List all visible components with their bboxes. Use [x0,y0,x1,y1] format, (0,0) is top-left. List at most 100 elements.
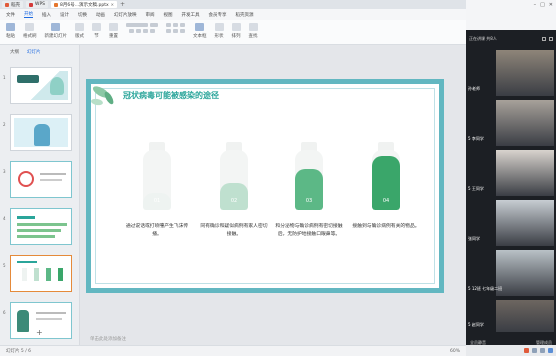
expand-icon[interactable] [542,37,546,41]
layout-icon [75,23,84,31]
font-family-select[interactable] [126,23,148,27]
tab-daoke[interactable]: 稻壳 [2,1,23,8]
bullet-icon[interactable] [166,23,171,27]
network-icon[interactable] [532,348,537,353]
app-tray-icon[interactable] [524,348,529,353]
font-color-icon[interactable] [150,29,155,33]
menu-insert[interactable]: 插入 [42,12,51,18]
notification-icon[interactable] [548,348,553,353]
slide-counter: 幻灯片 5 / 6 [6,349,32,354]
ribbon-label: 粘贴 [6,34,15,39]
font-controls[interactable] [126,23,158,33]
menu-review[interactable]: 审阅 [146,12,155,18]
thumb-bottle [58,268,63,281]
new-tab-button[interactable]: + [120,1,125,8]
video-feed [496,100,554,146]
add-slide-button[interactable]: + [36,328,43,337]
app-window: 稻壳 WPS 8月6号...演示文稿.pptx ✕ + 文件 开始 插入 设计 … [0,0,556,356]
step-text: 和分泌物与确诊病例有密切接触后，无防护地接触口眼鼻等。 [275,224,343,237]
volume-icon[interactable] [540,348,545,353]
tab-label: WPS [35,2,46,7]
bold-icon[interactable] [129,29,134,33]
reset-icon [109,23,118,31]
maximize-icon[interactable]: □ [540,2,545,8]
paste-icon [6,23,15,31]
step-bottle-4: 04 [372,142,400,210]
thumb-line [36,312,66,314]
tab-slides[interactable]: 幻灯片 [27,49,41,55]
ribbon-toolbar: 粘贴 格式刷 新建幻灯片 版式 节 重置 文本框 形状 排列 查找 [0,20,466,45]
menu-home[interactable]: 开始 [24,11,33,18]
close-window-icon[interactable]: ✕ [549,2,553,8]
menu-view[interactable]: 视图 [164,12,173,18]
section-icon [92,23,101,31]
ribbon-label: 格式刷 [23,34,37,39]
tab-presentation[interactable]: 8月6号...演示文稿.pptx ✕ [51,1,117,8]
reset-button[interactable]: 重置 [109,23,118,39]
bottle-fill [220,183,248,210]
menu-slideshow[interactable]: 幻灯片放映 [114,12,137,18]
italic-icon[interactable] [136,29,141,33]
slide-thumbnail-3[interactable] [10,161,72,198]
notes-placeholder[interactable]: 单击此处添加备注 [90,336,126,342]
grid-view-icon[interactable] [549,37,553,41]
participant-name: 5 赵同学 [468,322,484,327]
menu-animations[interactable]: 动画 [96,12,105,18]
thumb-number: 6 [3,310,6,315]
numbering-icon[interactable] [173,23,178,27]
menu-transitions[interactable]: 切换 [78,12,87,18]
format-painter-icon [25,23,35,31]
menu-member[interactable]: 会员专享 [209,12,227,18]
new-slide-button[interactable]: 新建幻灯片 [45,23,67,39]
align-left-icon[interactable] [166,29,171,33]
arrange-button[interactable]: 排列 [231,23,241,39]
thumb-line [17,223,67,226]
close-icon[interactable]: ✕ [111,2,114,7]
paste-button[interactable]: 粘贴 [6,23,15,39]
paragraph-controls[interactable] [166,23,185,33]
layout-button[interactable]: 版式 [75,23,84,39]
participant-video[interactable] [496,150,554,196]
tab-label: 稻壳 [11,2,20,8]
step-text: 同有确诊和疑似病例有家人密切接触。 [200,224,268,237]
participant-video[interactable] [496,200,554,246]
slide-title: 冠状病毒可能被感染的途径 [123,91,219,100]
minimize-icon[interactable]: – [534,2,537,8]
ribbon-label: 重置 [109,34,118,39]
zoom-level[interactable]: 60% [450,349,460,354]
slide-thumbnail-1[interactable] [10,67,72,104]
menu-developer[interactable]: 开发工具 [182,12,200,18]
participant-video[interactable] [496,50,554,96]
participant-name: 5 李同学 [468,136,484,141]
tab-wps[interactable]: WPS [26,1,49,8]
thumb-content [14,165,68,194]
participant-video[interactable] [496,100,554,146]
system-tray [466,345,556,356]
slide-thumbnail-4[interactable] [10,208,72,245]
indent-icon[interactable] [180,23,185,27]
menu-resources[interactable]: 稻壳资源 [236,12,254,18]
section-button[interactable]: 节 [92,23,101,39]
font-size-select[interactable] [150,23,158,27]
underline-icon[interactable] [143,29,148,33]
slide-thumbnail-5[interactable] [10,255,72,292]
shape-button[interactable]: 形状 [214,23,224,39]
textbox-button[interactable]: 文本框 [193,23,207,39]
participant-video[interactable] [496,250,554,296]
step-text: 通过说话或打喷嚏产生飞沫传播。 [125,224,189,237]
tab-outline[interactable]: 大纲 [10,49,19,55]
step-bottle-1: 01 [143,142,171,210]
thumb-title-art [17,75,39,83]
align-right-icon[interactable] [180,29,185,33]
menu-design[interactable]: 设计 [60,12,69,18]
thumb-line [40,173,66,175]
find-button[interactable]: 查找 [248,23,258,39]
participant-name: 5 12班 七年级二班 [468,286,503,291]
participant-name: 孙老师 [468,86,480,91]
slide-thumbnail-2[interactable] [10,114,72,151]
participant-video[interactable] [496,300,554,332]
format-painter-button[interactable]: 格式刷 [23,23,37,39]
align-center-icon[interactable] [173,29,178,33]
slide-canvas[interactable]: 冠状病毒可能被感染的途径 01 02 03 04 通过说话或打喷嚏产生飞沫传播。… [86,79,444,293]
menu-file[interactable]: 文件 [6,12,15,18]
